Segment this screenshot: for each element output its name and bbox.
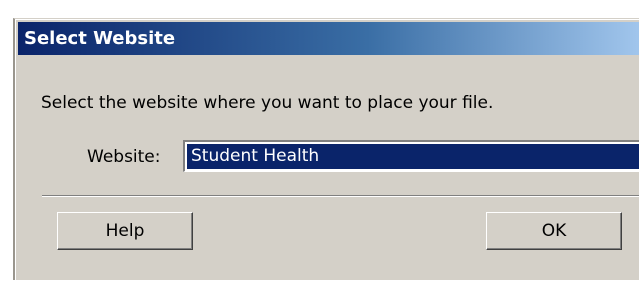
select-website-dialog: Select Website Select the website where … [13, 18, 639, 280]
website-label: Website: [87, 147, 161, 167]
dialog-prompt: Select the website where you want to pla… [41, 93, 494, 113]
website-select[interactable]: Student Health [183, 140, 639, 172]
dialog-title-bar[interactable]: Select Website [18, 22, 639, 55]
website-selected-value[interactable]: Student Health [187, 144, 639, 169]
dialog-title: Select Website [24, 28, 176, 49]
ok-button[interactable]: OK [486, 212, 622, 250]
help-button[interactable]: Help [57, 212, 193, 250]
dialog-divider [42, 195, 639, 197]
